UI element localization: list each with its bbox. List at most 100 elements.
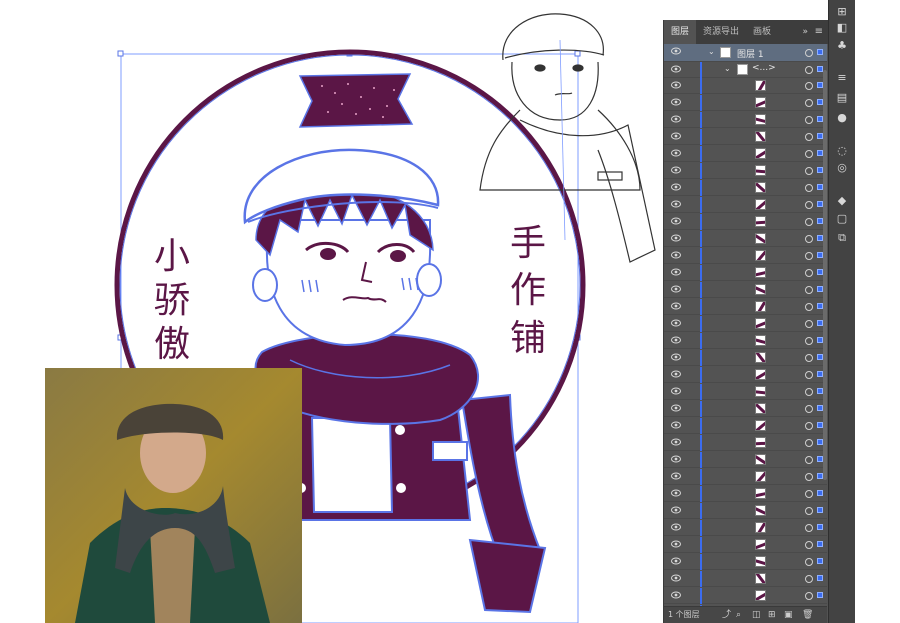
layer-row-path[interactable] — [664, 571, 827, 587]
selection-handle[interactable] — [117, 50, 124, 57]
target-circle-icon[interactable] — [805, 575, 813, 583]
target-circle-icon[interactable] — [805, 167, 813, 175]
eye-icon[interactable] — [671, 47, 681, 55]
eye-icon[interactable] — [671, 65, 681, 73]
layer-row-path[interactable] — [664, 265, 827, 281]
target-circle-icon[interactable] — [805, 371, 813, 379]
layer-row-path[interactable] — [664, 146, 827, 162]
target-circle-icon[interactable] — [805, 184, 813, 192]
eye-icon[interactable] — [671, 591, 681, 599]
target-circle-icon[interactable] — [805, 541, 813, 549]
target-circle-icon[interactable] — [805, 252, 813, 260]
target-circle-icon[interactable] — [805, 354, 813, 362]
delete-icon[interactable]: 🗑 — [802, 610, 813, 620]
target-circle-icon[interactable] — [805, 116, 813, 124]
eye-icon[interactable] — [671, 540, 681, 548]
eye-icon[interactable] — [671, 421, 681, 429]
layer-row-path[interactable] — [664, 299, 827, 315]
eye-icon[interactable] — [671, 251, 681, 259]
selection-square-icon[interactable] — [817, 524, 823, 530]
target-circle-icon[interactable] — [805, 201, 813, 209]
eye-icon[interactable] — [671, 455, 681, 463]
target-circle-icon[interactable] — [805, 558, 813, 566]
layer-row-path[interactable] — [664, 554, 827, 570]
selection-square-icon[interactable] — [817, 558, 823, 564]
layer-row-path[interactable] — [664, 78, 827, 94]
target-circle-icon[interactable] — [805, 524, 813, 532]
eye-icon[interactable] — [671, 183, 681, 191]
eye-icon[interactable] — [671, 132, 681, 140]
layer-row-path[interactable] — [664, 367, 827, 383]
eye-icon[interactable] — [671, 523, 681, 531]
layer-row-path[interactable] — [664, 180, 827, 196]
eye-icon[interactable] — [671, 387, 681, 395]
layer-list-scrollbar[interactable] — [823, 70, 827, 480]
target-circle-icon[interactable] — [805, 49, 813, 57]
selection-square-icon[interactable] — [817, 575, 823, 581]
target-circle-icon[interactable] — [805, 388, 813, 396]
eye-icon[interactable] — [671, 489, 681, 497]
search-icon[interactable]: ⌕ — [736, 610, 741, 620]
selection-square-icon[interactable] — [817, 490, 823, 496]
panel-more-button[interactable]: » — [802, 20, 808, 44]
target-circle-icon[interactable] — [805, 99, 813, 107]
layer-row-group[interactable]: ⌄ <...> — [664, 62, 827, 78]
eye-icon[interactable] — [671, 149, 681, 157]
layer-row-path[interactable] — [664, 350, 827, 366]
tab-asset-export[interactable]: 资源导出 — [696, 20, 746, 44]
layer-row-path[interactable] — [664, 452, 827, 468]
tool-icon[interactable]: ◌ — [835, 145, 849, 157]
target-circle-icon[interactable] — [805, 405, 813, 413]
eye-icon[interactable] — [671, 557, 681, 565]
eye-icon[interactable] — [671, 115, 681, 123]
layer-row-path[interactable] — [664, 435, 827, 451]
layer-row-path[interactable] — [664, 197, 827, 213]
selection-square-icon[interactable] — [817, 507, 823, 513]
layer-row-path[interactable] — [664, 333, 827, 349]
clip-icon[interactable]: ◫ — [752, 610, 761, 620]
eye-icon[interactable] — [671, 200, 681, 208]
export-icon[interactable]: ⤴ — [722, 610, 731, 620]
layer-row-path[interactable] — [664, 418, 827, 434]
eye-icon[interactable] — [671, 404, 681, 412]
layer-row-path[interactable] — [664, 282, 827, 298]
eye-icon[interactable] — [671, 438, 681, 446]
eye-icon[interactable] — [671, 336, 681, 344]
tool-icon[interactable]: ◧ — [835, 22, 849, 34]
target-circle-icon[interactable] — [805, 422, 813, 430]
eye-icon[interactable] — [671, 506, 681, 514]
target-circle-icon[interactable] — [805, 235, 813, 243]
expand-arrow-icon[interactable]: ⌄ — [708, 47, 715, 56]
layer-row-path[interactable] — [664, 469, 827, 485]
tool-icon[interactable]: ● — [835, 112, 849, 124]
tool-icon[interactable]: ◎ — [835, 162, 849, 174]
eye-icon[interactable] — [671, 574, 681, 582]
target-circle-icon[interactable] — [805, 150, 813, 158]
layer-row-path[interactable] — [664, 384, 827, 400]
layer-row-path[interactable] — [664, 112, 827, 128]
eye-icon[interactable] — [671, 285, 681, 293]
layers-panel[interactable]: 图层 资源导出 画板 » ≡ ⌄ 图层 1 ⌄ <...> 1 个图层 ⤴ ⌕ ◫ ⊞… — [663, 20, 828, 623]
target-circle-icon[interactable] — [805, 269, 813, 277]
layer-row-path[interactable] — [664, 214, 827, 230]
eye-icon[interactable] — [671, 217, 681, 225]
layers-tool-icon[interactable]: ◆ — [835, 195, 849, 207]
new-layer-icon[interactable]: ▣ — [784, 610, 793, 620]
tool-icon[interactable]: ▢ — [835, 213, 849, 225]
eye-icon[interactable] — [671, 353, 681, 361]
target-circle-icon[interactable] — [805, 592, 813, 600]
eye-icon[interactable] — [671, 370, 681, 378]
target-circle-icon[interactable] — [805, 456, 813, 464]
eye-icon[interactable] — [671, 81, 681, 89]
new-sublayer-icon[interactable]: ⊞ — [768, 610, 776, 620]
eye-icon[interactable] — [671, 268, 681, 276]
layer-row-path[interactable] — [664, 588, 827, 604]
layer-row-path[interactable] — [664, 316, 827, 332]
target-circle-icon[interactable] — [805, 82, 813, 90]
layer-row-path[interactable] — [664, 163, 827, 179]
eye-icon[interactable] — [671, 472, 681, 480]
tab-artboards[interactable]: 画板 — [746, 20, 778, 44]
layer-row-layer1[interactable]: ⌄ 图层 1 — [664, 44, 827, 62]
layer-row-path[interactable] — [664, 537, 827, 553]
layer-row-path[interactable] — [664, 520, 827, 536]
